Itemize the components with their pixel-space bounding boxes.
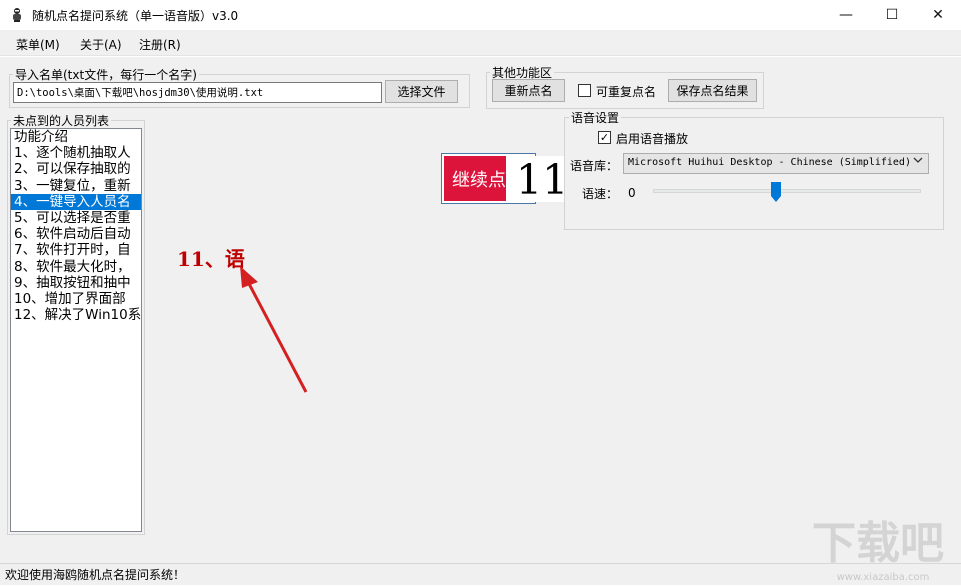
list-item[interactable]: 2、可以保存抽取的	[11, 161, 141, 177]
voice-library-label: 语音库：	[570, 159, 619, 173]
voice-library-select[interactable]: Microsoft Huihui Desktop - Chinese (Simp…	[623, 153, 929, 174]
window-title: 随机点名提问系统（单一语音版）v3.0	[32, 9, 239, 23]
close-button[interactable]: ✕	[915, 0, 961, 30]
save-result-button[interactable]: 保存点名结果	[668, 79, 757, 102]
uncalled-list-legend: 未点到的人员列表	[11, 112, 112, 129]
chevron-down-icon[interactable]	[913, 155, 923, 168]
watermark-logo: 下载吧 www.xiazaiba.com	[808, 506, 958, 584]
list-item[interactable]: 8、软件最大化时，	[11, 259, 141, 275]
menu-item-about[interactable]: 关于(A)	[80, 36, 122, 53]
voice-enable-label[interactable]: 启用语音播放	[616, 130, 688, 147]
annotation-arrow-icon	[230, 262, 320, 402]
maximize-button[interactable]: ☐	[869, 0, 915, 30]
file-path-input[interactable]: D:\tools\桌面\下载吧\hosjdm30\使用说明.txt	[13, 82, 382, 103]
list-item[interactable]: 7、软件打开时，自	[11, 242, 141, 258]
repeat-call-checkbox[interactable]	[578, 84, 591, 97]
list-item[interactable]: 1、逐个随机抽取人	[11, 145, 141, 161]
choose-file-button[interactable]: 选择文件	[385, 80, 458, 103]
list-item[interactable]: 功能介绍	[11, 129, 141, 145]
menu-item-menu[interactable]: 菜单(M)	[16, 36, 60, 53]
status-text: 欢迎使用海鸥随机点名提问系统！	[5, 568, 186, 582]
menu-item-register[interactable]: 注册(R)	[139, 36, 181, 53]
close-icon: ✕	[932, 7, 944, 23]
maximize-icon: ☐	[885, 7, 899, 23]
speech-rate-slider[interactable]	[653, 189, 921, 193]
watermark-text: 下载吧	[812, 518, 944, 569]
repeat-call-label[interactable]: 可重复点名	[596, 83, 656, 100]
import-group-legend: 导入名单(txt文件，每行一个名字)	[13, 66, 199, 83]
list-item[interactable]: 12、解决了Win10系	[11, 307, 141, 323]
watermark-url: www.xiazaiba.com	[837, 572, 930, 583]
list-item[interactable]: 6、软件启动后自动	[11, 226, 141, 242]
speech-rate-value: 0	[628, 186, 636, 200]
uncalled-names-list[interactable]: 功能介绍 1、逐个随机抽取人 2、可以保存抽取的 3、一键复位，重新 4、一键导入人员名…	[10, 128, 142, 532]
minimize-icon: —	[839, 7, 853, 23]
speech-rate-slider-thumb[interactable]	[771, 182, 782, 202]
speech-rate-label: 语速：	[582, 187, 619, 201]
list-item[interactable]: 4、一键导入人员名	[11, 193, 141, 211]
minimize-button[interactable]: —	[823, 0, 869, 30]
list-item[interactable]: 9、抽取按钮和抽中	[11, 275, 141, 291]
voice-enable-checkbox[interactable]: ✓	[598, 131, 611, 144]
app-icon	[9, 7, 25, 23]
list-item[interactable]: 3、一键复位，重新	[11, 178, 141, 194]
list-item[interactable]: 5、可以选择是否重	[11, 210, 141, 226]
called-name-display: 11	[516, 156, 569, 204]
list-item[interactable]: 10、增加了界面部	[11, 291, 141, 307]
reset-call-button[interactable]: 重新点名	[492, 79, 565, 102]
voice-settings-legend: 语音设置	[569, 109, 622, 126]
